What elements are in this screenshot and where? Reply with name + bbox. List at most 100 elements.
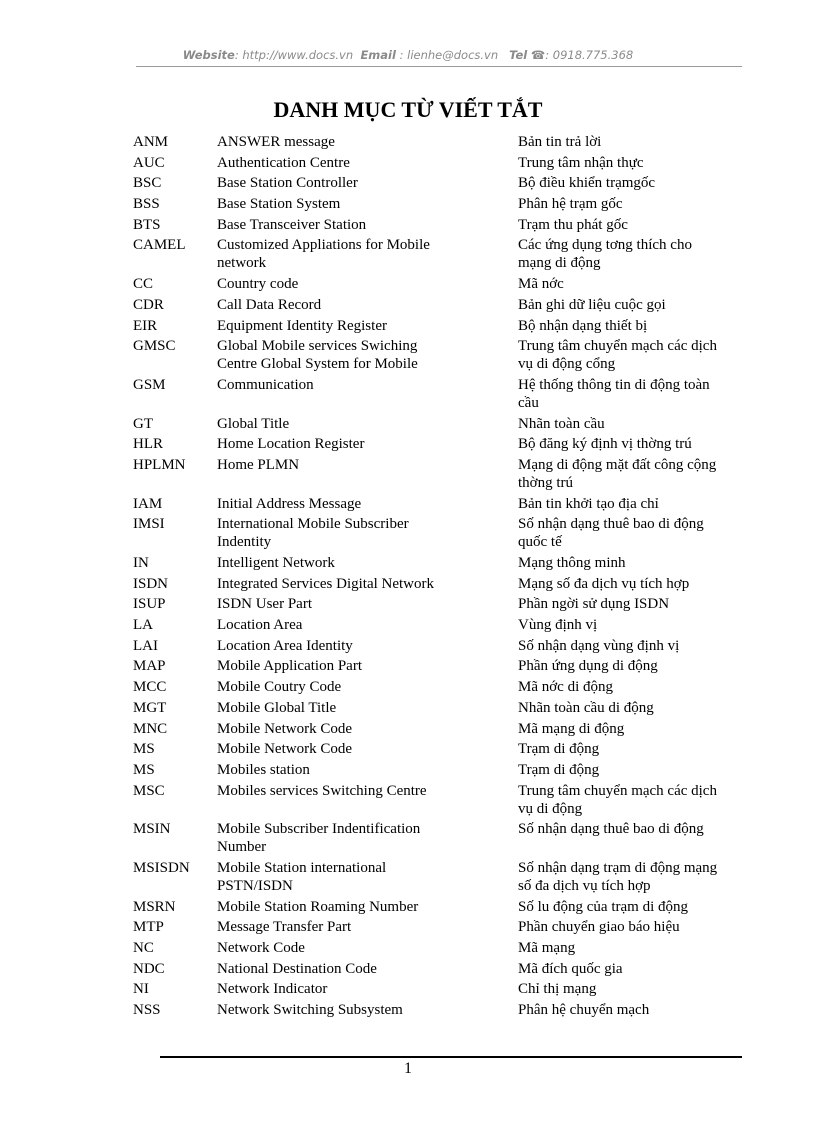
vietnamese-term: Mã mạng — [518, 940, 576, 956]
footer-divider — [160, 1056, 742, 1058]
abbreviation: MSISDN — [133, 859, 190, 876]
abbreviation: AUC — [133, 154, 165, 171]
abbreviation: MSIN — [133, 821, 171, 838]
vietnamese-term: Mạng thông minh — [518, 555, 626, 571]
vietnamese-term: Số lu động của trạm di động — [518, 898, 688, 915]
abbreviation-row: CDR Call Data Record Bản ghi dữ liệu cuộc … — [133, 296, 773, 317]
vietnamese-term: Các ứng dụng tơng thích cho mạng di động — [518, 237, 692, 272]
abbreviation: CC — [133, 276, 154, 293]
english-term: Integrated Services Digital Network — [217, 575, 435, 592]
vietnamese-term: Số nhận dạng thuê bao di động quốc tế — [518, 516, 704, 551]
abbreviation: CDR — [133, 296, 164, 313]
english-term: Mobiles services Switching Centre — [217, 782, 427, 799]
vietnamese-term: Bộ nhận dạng thiết bị — [518, 317, 648, 334]
abbreviation-row: LAI Location Area Identity Số nhận dạng vù… — [133, 637, 773, 658]
english-term: Base Transceiver Station — [217, 216, 367, 233]
abbreviation-row: CC Country code Mã nớc — [133, 275, 773, 296]
english-term: Equipment Identity Register — [217, 317, 387, 334]
abbreviation-row: ISDN Integrated Services Digital Network M… — [133, 575, 773, 596]
vietnamese-term: Bản tin trả lời — [518, 134, 602, 150]
abbreviation-row: GSM Communication Hệ thống thông tin di độ… — [133, 376, 773, 415]
vietnamese-term: Bộ điều khiển trạmgốc — [518, 175, 656, 192]
english-term: Mobile Station international PSTN/ISDN — [217, 859, 387, 894]
english-term: Location Area Identity — [217, 637, 353, 654]
abbreviation-row: MCC Mobile Coutry Code Mã nớc di động — [133, 678, 773, 699]
tel-label: Tel — [509, 48, 528, 62]
english-term: Mobile Station Roaming Number — [217, 898, 419, 915]
vietnamese-term: Mã đích quốc gia — [518, 960, 623, 977]
abbreviation-row: CAMEL Customized Appliations for Mobile n… — [133, 236, 773, 275]
english-term: Intelligent Network — [217, 555, 335, 571]
abbreviation-row: EIR Equipment Identity Register Bộ nhận dạ… — [133, 317, 773, 338]
vietnamese-term: Mạng số đa dịch vụ tích hợp — [518, 575, 690, 592]
english-term: Message Transfer Part — [217, 919, 352, 936]
abbreviation: LA — [133, 617, 153, 634]
email-label: Email — [360, 48, 396, 62]
abbreviation-row: NC Network Code Mã mạng — [133, 939, 773, 960]
vietnamese-term: Bộ đăng ký định vị thờng trú — [518, 436, 692, 453]
english-term: Mobile Subscriber Indentification Number — [217, 821, 421, 856]
abbreviation: GMSC — [133, 338, 176, 355]
abbreviation-row: GT Global Title Nhãn toàn cầu — [133, 415, 773, 436]
vietnamese-term: Bản ghi dữ liệu cuộc gọi — [518, 296, 666, 313]
vietnamese-term: Phần ứng dụng di động — [518, 658, 658, 675]
english-term: Home Location Register — [217, 436, 365, 453]
english-term: Mobile Network Code — [217, 720, 352, 737]
vietnamese-term: Phần chuyển giao báo hiệu — [518, 919, 680, 936]
vietnamese-term: Số nhận dạng vùng định vị — [518, 637, 680, 654]
abbreviation: IN — [133, 555, 149, 571]
english-term: ISDN User Part — [217, 596, 312, 613]
vietnamese-term: Hệ thống thông tin di động toàn cầu — [518, 376, 710, 411]
abbreviation: NDC — [133, 960, 165, 977]
english-term: Base Station System — [217, 196, 341, 213]
english-term: Base Station Controller — [217, 175, 358, 192]
abbreviation: MGT — [133, 699, 167, 716]
english-term: Mobile Application Part — [217, 658, 362, 675]
vietnamese-term: Mã mạng di động — [518, 720, 625, 737]
vietnamese-term: Mã nớc — [518, 276, 564, 293]
english-term: Network Switching Subsystem — [217, 1002, 403, 1019]
abbreviation-row: MSISDN Mobile Station international PSTN/… — [133, 859, 773, 898]
vietnamese-term: Số nhận dạng thuê bao di động — [518, 821, 704, 838]
english-term: ANSWER message — [217, 134, 335, 150]
abbreviation-row: MTP Message Transfer Part Phần chuyển giao… — [133, 918, 773, 939]
abbreviation-row: LA Location Area Vùng định vị — [133, 616, 773, 637]
abbreviation-row: MSRN Mobile Station Roaming Number Số lu đ… — [133, 898, 773, 919]
english-term: Country code — [217, 276, 299, 293]
vietnamese-term: Trung tâm chuyển mạch các dịch vụ di độn… — [518, 782, 717, 817]
vietnamese-term: Trạm di động — [518, 761, 600, 778]
vietnamese-term: Phân hệ chuyển mạch — [518, 1002, 650, 1019]
vietnamese-term: Nhãn toàn cầu di động — [518, 699, 654, 716]
abbreviation-row: MS Mobile Network Code Trạm di động — [133, 740, 773, 761]
abbreviation-row: NSS Network Switching Subsystem Phân hệ ch… — [133, 1001, 773, 1022]
english-term: Mobile Coutry Code — [217, 679, 342, 696]
abbreviation: BSS — [133, 196, 160, 213]
english-term: Home PLMN — [217, 456, 300, 473]
vietnamese-term: Mạng di động mặt đất công cộng thờng trú — [518, 456, 717, 491]
abbreviation-row: HLR Home Location Register Bộ đăng ký định… — [133, 435, 773, 456]
vietnamese-term: Trạm di động — [518, 741, 600, 758]
abbreviation-row: IN Intelligent Network Mạng thông minh — [133, 554, 773, 575]
abbreviation: EIR — [133, 317, 158, 334]
vietnamese-term: Vùng định vị — [518, 617, 598, 634]
english-term: Call Data Record — [217, 296, 322, 313]
vietnamese-term: Trạm thu phát gốc — [518, 216, 628, 233]
english-term: National Destination Code — [217, 960, 377, 977]
phone-icon: ☎ — [530, 48, 546, 62]
abbreviation-row: IMSI International Mobile Subscriber Inde… — [133, 515, 773, 554]
abbreviation: MS — [133, 741, 155, 758]
english-term: Customized Appliations for Mobile networ… — [217, 237, 430, 272]
abbreviation-row: HPLMN Home PLMN Mạng di động mặt đất công … — [133, 456, 773, 495]
abbreviation-row: GMSC Global Mobile services Swiching Cent… — [133, 337, 773, 376]
english-term: Communication — [217, 376, 314, 393]
abbreviation-row: NDC National Destination Code Mã đích quốc… — [133, 960, 773, 981]
website-value: : http://www.docs.vn — [234, 48, 354, 62]
abbreviation: MSRN — [133, 898, 176, 915]
header-divider — [136, 66, 742, 67]
abbreviation: IAM — [133, 495, 163, 512]
abbreviation: HLR — [133, 436, 163, 453]
english-term: Network Indicator — [217, 981, 328, 998]
abbreviation: HPLMN — [133, 456, 186, 473]
abbreviation: BSC — [133, 175, 162, 192]
abbreviation-row: ISUP ISDN User Part Phần ngời sử dụng ISDN — [133, 595, 773, 616]
